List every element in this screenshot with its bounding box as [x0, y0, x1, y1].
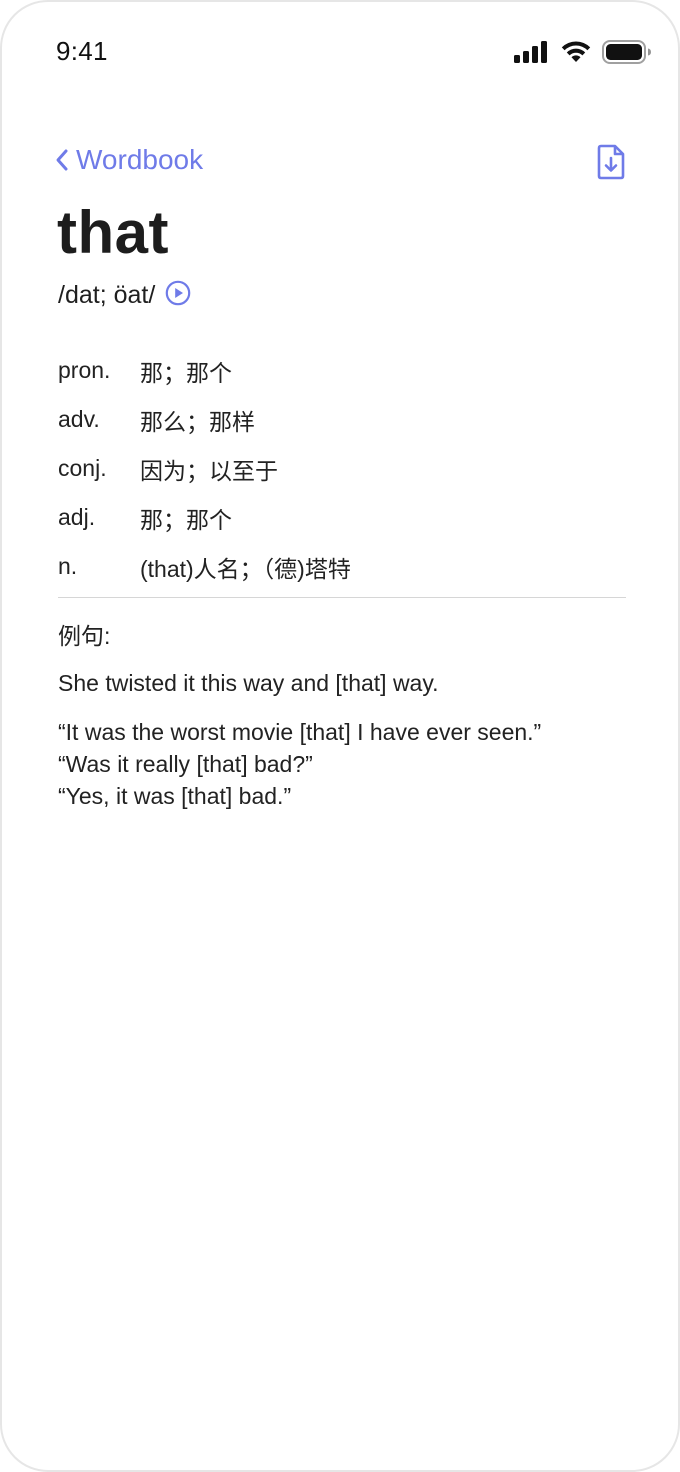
cellular-signal-icon: [514, 41, 550, 63]
definition-meaning: 因为；以至于: [140, 457, 278, 484]
part-of-speech: conj.: [58, 455, 107, 481]
back-button[interactable]: Wordbook: [54, 144, 203, 176]
example-line: “Yes, it was [that] bad.”: [58, 783, 292, 809]
play-circle-icon: [165, 280, 191, 306]
example-sentence: She twisted it this way and [that] way.: [58, 667, 439, 699]
example-line: “Was it really [that] bad?”: [58, 751, 313, 777]
phonetic-text: /dat; öat/: [58, 281, 156, 309]
wifi-icon: [560, 40, 592, 64]
definition-row: adj. 那；那个: [58, 493, 628, 542]
phone-screen: 9:41 Wordbook that /dat; öat/ pron. 那；那个…: [0, 0, 680, 1472]
part-of-speech: n.: [58, 553, 78, 579]
examples-heading: 例句:: [58, 623, 111, 649]
definition-row: conj. 因为；以至于: [58, 444, 628, 493]
part-of-speech: adv.: [58, 406, 100, 432]
download-document-icon: [596, 144, 626, 180]
part-of-speech: pron.: [58, 357, 111, 383]
status-time: 9:41: [56, 36, 108, 66]
definition-meaning: 那；那个: [140, 359, 232, 386]
example-line: “It was the worst movie [that] I have ev…: [58, 719, 542, 745]
definition-meaning: (that)人名；（德)塔特: [140, 555, 351, 582]
section-divider: [58, 597, 626, 598]
example-line: She twisted it this way and [that] way.: [58, 670, 439, 696]
download-button[interactable]: [596, 144, 626, 180]
play-pronunciation-button[interactable]: [165, 280, 191, 311]
part-of-speech: adj.: [58, 504, 96, 530]
definition-row: adv. 那么；那样: [58, 395, 628, 444]
example-dialogue: “It was the worst movie [that] I have ev…: [58, 716, 541, 812]
status-icons: [514, 40, 652, 64]
back-label: Wordbook: [76, 144, 204, 175]
word-title: that: [57, 199, 169, 266]
definition-row: n. (that)人名；（德)塔特: [58, 542, 628, 591]
definition-meaning: 那么；那样: [140, 408, 255, 435]
battery-icon: [602, 40, 652, 64]
definition-meaning: 那；那个: [140, 506, 232, 533]
definition-row: pron. 那；那个: [58, 346, 628, 395]
phonetic-row: /dat; öat/: [58, 280, 191, 311]
chevron-left-icon: [54, 147, 70, 173]
definitions-list: pron. 那；那个 adv. 那么；那样 conj. 因为；以至于 adj. …: [58, 346, 628, 591]
